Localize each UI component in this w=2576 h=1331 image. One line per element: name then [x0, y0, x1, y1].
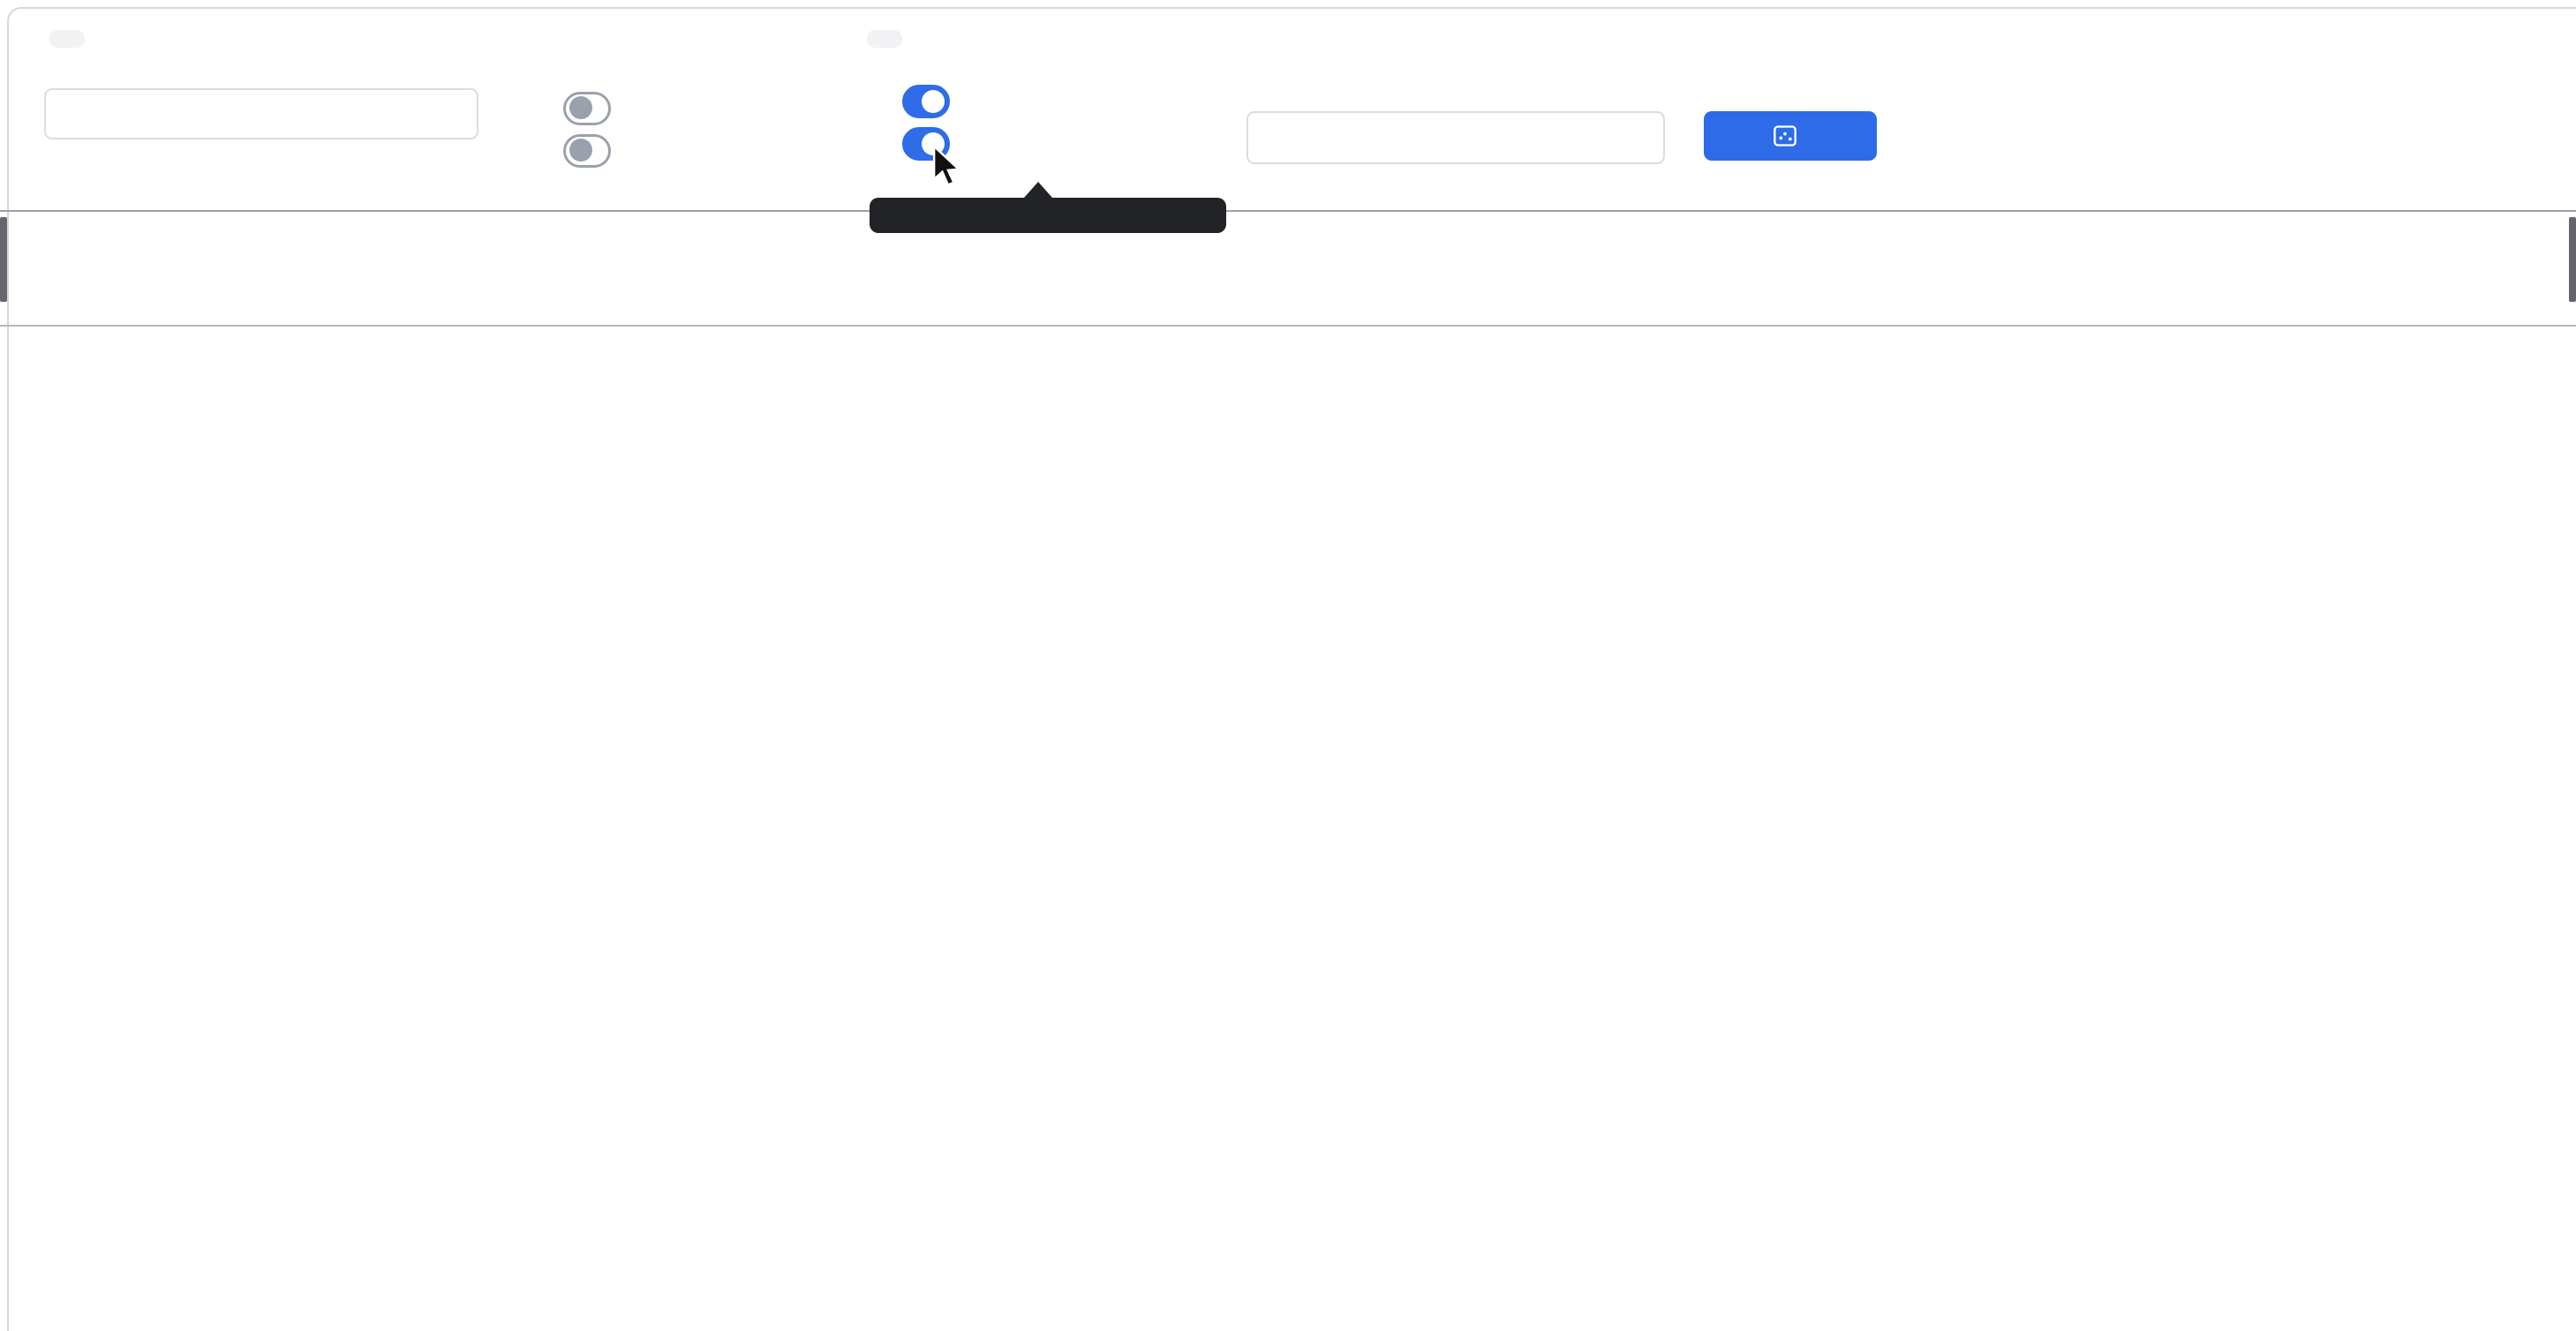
minimap-left-handle[interactable]: [0, 217, 7, 302]
mouse-cursor: [927, 145, 968, 191]
tooltip-caret: [1024, 182, 1052, 198]
flamechart-area[interactable]: [0, 0, 2576, 1331]
collapse-system-calls-tooltip: [870, 198, 1226, 233]
minimap-right-handle[interactable]: [2569, 217, 2576, 302]
